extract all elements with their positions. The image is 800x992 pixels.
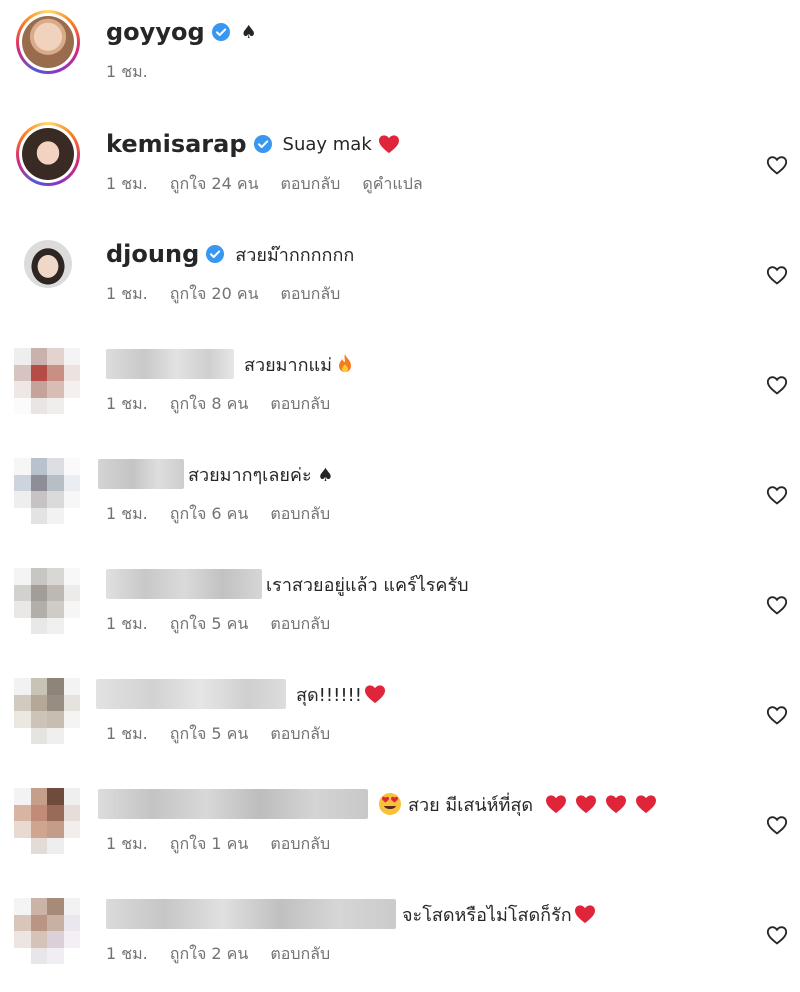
see-translation-button[interactable]: ดูคำแปล — [362, 172, 422, 197]
red-heart-emoji-icon — [364, 685, 385, 704]
red-heart-emoji-icon — [546, 795, 567, 814]
comment-text: สวยมากแม่ — [244, 354, 332, 376]
comment-username[interactable]: kemisarap — [106, 130, 247, 158]
comment-item: สวย มีเสน่ห์ที่สุด 1 ชม. ถูกใจ 1 คน ตอบก… — [0, 772, 800, 882]
comment-text: จะโสดหรือไม่โสดก็รัก — [402, 904, 572, 926]
like-heart-icon[interactable] — [766, 924, 788, 946]
avatar-pixelated[interactable] — [14, 898, 80, 964]
like-heart-icon[interactable] — [766, 264, 788, 286]
comment-likes[interactable]: ถูกใจ 5 คน — [170, 722, 249, 747]
avatar-pixelated[interactable] — [14, 348, 80, 414]
comment-likes[interactable]: ถูกใจ 20 คน — [170, 282, 259, 307]
reply-button[interactable]: ตอบกลับ — [270, 722, 330, 747]
verified-badge-icon — [206, 245, 225, 263]
comment-text: Suay mak — [282, 133, 372, 155]
comment-item: จะโสดหรือไม่โสดก็รัก 1 ชม. ถูกใจ 2 คน ตอ… — [0, 882, 800, 992]
username-blurred[interactable] — [96, 679, 286, 709]
avatar-pixelated[interactable] — [14, 678, 80, 744]
comment-text: สวยม๊ากกกกกก — [235, 244, 355, 266]
comment-item: สวยมากแม่ 1 ชม. ถูกใจ 8 คน ตอบกลับ — [0, 332, 800, 442]
username-blurred[interactable] — [98, 789, 368, 819]
like-heart-icon[interactable] — [766, 484, 788, 506]
reply-button[interactable]: ตอบกลับ — [281, 172, 341, 197]
reply-button[interactable]: ตอบกลับ — [270, 502, 330, 527]
avatar-pixelated[interactable] — [14, 458, 80, 524]
reply-button[interactable]: ตอบกลับ — [270, 612, 330, 637]
avatar-pixelated[interactable] — [14, 788, 80, 854]
red-heart-emoji-icon — [636, 795, 657, 814]
comment-username[interactable]: goyyog — [106, 18, 205, 46]
comment-time: 1 ชม. — [106, 174, 148, 193]
comment-item: เราสวยอยู่แล้ว แคร์ไรครับ 1 ชม. ถูกใจ 5 … — [0, 552, 800, 662]
comment-likes[interactable]: ถูกใจ 5 คน — [170, 612, 249, 637]
comment-username[interactable]: djoung — [106, 240, 199, 268]
reply-button[interactable]: ตอบกลับ — [270, 942, 330, 967]
comment-time: 1 ชม. — [106, 284, 148, 303]
comment-likes[interactable]: ถูกใจ 24 คน — [170, 172, 259, 197]
comment-text: สวย มีเสน่ห์ที่สุด — [408, 794, 534, 816]
comment-time: 1 ชม. — [106, 724, 148, 743]
avatar[interactable] — [16, 122, 80, 186]
comment-text: สวยมากๆเลยค่ะ ♠ — [188, 464, 334, 486]
comment-time: 1 ชม. — [106, 62, 148, 81]
red-heart-emoji-icon — [378, 135, 399, 154]
avatar[interactable] — [16, 232, 80, 296]
reply-button[interactable]: ตอบกลับ — [281, 282, 341, 307]
like-heart-icon[interactable] — [766, 154, 788, 176]
like-heart-icon[interactable] — [766, 594, 788, 616]
red-heart-emoji-icon — [574, 905, 595, 924]
avatar[interactable] — [16, 10, 80, 74]
username-blurred[interactable] — [106, 349, 234, 379]
fire-emoji-icon — [338, 354, 351, 372]
comment-time: 1 ชม. — [106, 834, 148, 853]
comment-text: ♠ — [240, 21, 257, 43]
verified-badge-icon — [211, 23, 230, 41]
comment-time: 1 ชม. — [106, 944, 148, 963]
comment-item: สุด!!!!!! 1 ชม. ถูกใจ 5 คน ตอบกลับ — [0, 662, 800, 772]
comment-item: kemisarap Suay mak 1 ชม. ถูกใจ 24 คน ตอบ… — [0, 112, 800, 222]
comment-text: สุด!!!!!! — [296, 684, 362, 706]
username-blurred[interactable] — [98, 459, 184, 489]
verified-badge-icon — [253, 135, 272, 153]
red-heart-emoji-icon — [606, 795, 627, 814]
heart-eyes-emoji-icon — [379, 793, 401, 815]
username-blurred[interactable] — [106, 569, 262, 599]
comment-time: 1 ชม. — [106, 504, 148, 523]
reply-button[interactable]: ตอบกลับ — [270, 392, 330, 417]
comment-text: เราสวยอยู่แล้ว แคร์ไรครับ — [266, 574, 469, 596]
like-heart-icon[interactable] — [766, 704, 788, 726]
comment-time: 1 ชม. — [106, 614, 148, 633]
like-heart-icon[interactable] — [766, 814, 788, 836]
like-heart-icon[interactable] — [766, 374, 788, 396]
comment-likes[interactable]: ถูกใจ 2 คน — [170, 942, 249, 967]
red-heart-emoji-icon — [576, 795, 597, 814]
comment-time: 1 ชม. — [106, 394, 148, 413]
reply-button[interactable]: ตอบกลับ — [270, 832, 330, 857]
comment-likes[interactable]: ถูกใจ 8 คน — [170, 392, 249, 417]
username-blurred[interactable] — [106, 899, 396, 929]
avatar-pixelated[interactable] — [14, 568, 80, 634]
comment-likes[interactable]: ถูกใจ 6 คน — [170, 502, 249, 527]
comment-item: สวยมากๆเลยค่ะ ♠ 1 ชม. ถูกใจ 6 คน ตอบกลับ — [0, 442, 800, 552]
comment-item: djoung สวยม๊ากกกกกก 1 ชม. ถูกใจ 20 คน ตอ… — [0, 222, 800, 332]
comment-item: goyyog ♠ 1 ชม. — [0, 0, 800, 110]
comment-likes[interactable]: ถูกใจ 1 คน — [170, 832, 249, 857]
